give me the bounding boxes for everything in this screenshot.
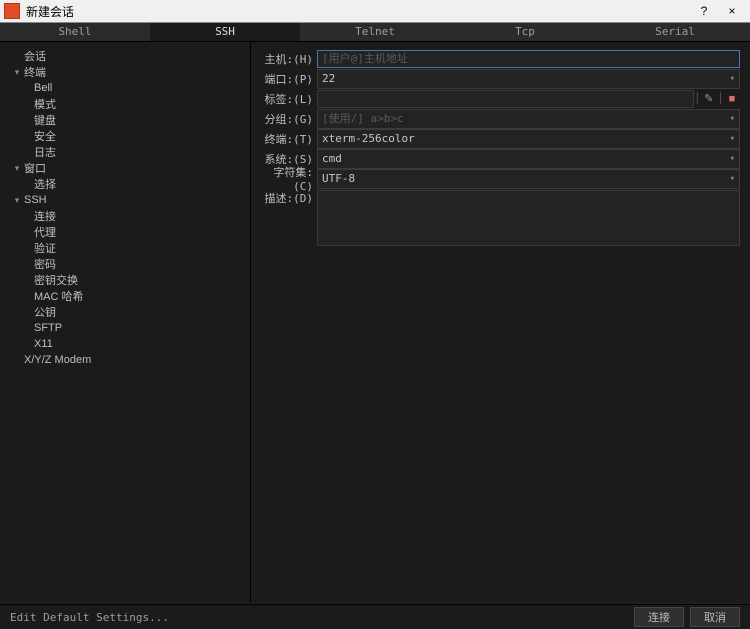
group-select[interactable]: ▾	[317, 109, 740, 129]
tree-item[interactable]: 选择	[0, 176, 250, 192]
tree-item-label: 日志	[34, 144, 56, 160]
edit-defaults-link[interactable]: Edit Default Settings...	[10, 611, 169, 624]
dialog-footer: Edit Default Settings... 连接 取消	[0, 604, 750, 629]
system-select[interactable]: cmd ▾	[317, 149, 740, 169]
port-select[interactable]: 22 ▾	[317, 69, 740, 89]
chevron-down-icon: ▾	[730, 114, 735, 124]
tree-item[interactable]: 安全	[0, 128, 250, 144]
chevron-down-icon: ▾	[730, 174, 735, 184]
group-input[interactable]	[322, 111, 730, 127]
chevron-down-icon: ▾	[730, 154, 735, 164]
terminal-label: 终端:(T)	[259, 131, 317, 147]
tree-item-label: 公钥	[34, 304, 56, 320]
host-label: 主机:(H)	[259, 51, 317, 67]
tree-item[interactable]: 密码	[0, 256, 250, 272]
tree-item[interactable]: 键盘	[0, 112, 250, 128]
tree-item-label: 验证	[34, 240, 56, 256]
tree-item-label: 窗口	[24, 160, 46, 176]
tree-item[interactable]: ▾终端	[0, 64, 250, 80]
tree-item[interactable]: 密钥交换	[0, 272, 250, 288]
connect-button[interactable]: 连接	[634, 607, 684, 627]
terminal-select[interactable]: xterm-256color ▾	[317, 129, 740, 149]
tree-item[interactable]: 会话	[0, 48, 250, 64]
tree-item[interactable]: 验证	[0, 240, 250, 256]
tree-item-label: 密码	[34, 256, 56, 272]
tree-item-label: 安全	[34, 128, 56, 144]
host-input[interactable]	[317, 50, 740, 68]
category-tree: 会话▾终端Bell模式键盘安全日志▾窗口选择▾SSH连接代理验证密码密钥交换MA…	[0, 42, 251, 602]
system-value: cmd	[322, 152, 342, 165]
tree-item[interactable]: 公钥	[0, 304, 250, 320]
tree-item-label: 代理	[34, 224, 56, 240]
tree-item-label: SFTP	[34, 322, 62, 334]
tree-item[interactable]: 代理	[0, 224, 250, 240]
terminal-value: xterm-256color	[322, 132, 415, 145]
tree-item-label: X/Y/Z Modem	[24, 354, 91, 366]
tree-item-label: 终端	[24, 64, 46, 80]
caret-down-icon: ▾	[12, 67, 22, 78]
chevron-down-icon: ▾	[730, 74, 735, 84]
tab-telnet[interactable]: Telnet	[300, 23, 450, 41]
tag-label: 标签:(L)	[259, 91, 317, 107]
tree-item-label: 密钥交换	[34, 272, 78, 288]
dialog-body: 会话▾终端Bell模式键盘安全日志▾窗口选择▾SSH连接代理验证密码密钥交换MA…	[0, 42, 750, 602]
help-button[interactable]: ?	[690, 4, 718, 18]
tab-ssh[interactable]: SSH	[150, 23, 300, 41]
charset-label: 字符集:(C)	[259, 164, 317, 193]
tree-item-label: 连接	[34, 208, 56, 224]
tree-item[interactable]: 模式	[0, 96, 250, 112]
tree-item-label: 选择	[34, 176, 56, 192]
tab-shell[interactable]: Shell	[0, 23, 150, 41]
tree-item[interactable]: 连接	[0, 208, 250, 224]
tag-edit-icon[interactable]: ✎	[701, 90, 717, 108]
tree-item-label: 键盘	[34, 112, 56, 128]
tab-serial[interactable]: Serial	[600, 23, 750, 41]
session-form: 主机:(H) 端口:(P) 22 ▾ 标签:(L) | ✎ | ■ 分组:(G)	[251, 42, 750, 602]
port-label: 端口:(P)	[259, 71, 317, 87]
charset-value: UTF-8	[322, 172, 355, 185]
tree-item-label: MAC 哈希	[34, 288, 84, 304]
tab-tcp[interactable]: Tcp	[450, 23, 600, 41]
window-title: 新建会话	[26, 3, 690, 20]
caret-down-icon: ▾	[12, 163, 22, 174]
tag-input[interactable]	[317, 90, 694, 108]
tree-item[interactable]: ▾窗口	[0, 160, 250, 176]
charset-select[interactable]: UTF-8 ▾	[317, 169, 740, 189]
tree-item[interactable]: MAC 哈希	[0, 288, 250, 304]
description-label: 描述:(D)	[259, 190, 317, 206]
titlebar: 新建会话 ? ×	[0, 0, 750, 23]
tree-item-label: X11	[34, 338, 53, 350]
close-button[interactable]: ×	[718, 4, 746, 18]
group-label: 分组:(G)	[259, 111, 317, 127]
app-icon	[4, 3, 20, 19]
tree-item[interactable]: ▾SSH	[0, 192, 250, 208]
tree-item-label: SSH	[24, 194, 47, 206]
tree-item[interactable]: SFTP	[0, 320, 250, 336]
tree-item[interactable]: Bell	[0, 80, 250, 96]
description-input[interactable]	[317, 190, 740, 246]
tree-item[interactable]: X/Y/Z Modem	[0, 352, 250, 368]
tree-item-label: 模式	[34, 96, 56, 112]
tree-item-label: 会话	[24, 48, 46, 64]
tree-item[interactable]: 日志	[0, 144, 250, 160]
session-type-tabs: Shell SSH Telnet Tcp Serial	[0, 23, 750, 42]
tree-item[interactable]: X11	[0, 336, 250, 352]
tree-item-label: Bell	[34, 82, 52, 94]
chevron-down-icon: ▾	[730, 134, 735, 144]
cancel-button[interactable]: 取消	[690, 607, 740, 627]
port-value: 22	[322, 72, 335, 85]
caret-down-icon: ▾	[12, 195, 22, 206]
tag-delete-icon[interactable]: ■	[724, 90, 740, 108]
